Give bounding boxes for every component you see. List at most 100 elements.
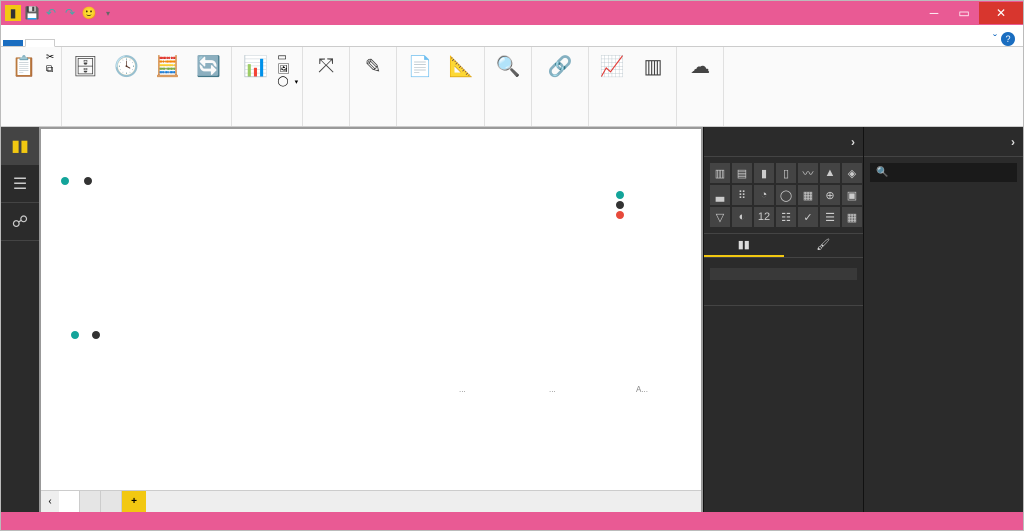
chevron-down-icon: ▾ bbox=[295, 78, 299, 86]
copy-icon: ⧉ bbox=[46, 64, 53, 75]
viz-multi-card[interactable]: ☷ bbox=[776, 207, 796, 227]
new-visual-button[interactable]: 📊 bbox=[236, 49, 274, 81]
new-column-button[interactable]: ▥ bbox=[634, 49, 672, 81]
get-data-button[interactable]: 🗄 bbox=[66, 49, 104, 81]
stacked-bar-chart[interactable] bbox=[386, 191, 606, 281]
textbox-icon: ▭ bbox=[277, 52, 286, 63]
viz-slicer[interactable]: ☰ bbox=[820, 207, 840, 227]
main-legend bbox=[61, 175, 95, 185]
viz-kpi[interactable]: ✓ bbox=[798, 207, 818, 227]
ribbon-group-report bbox=[401, 122, 480, 126]
page-prev-icon[interactable]: ‹ bbox=[41, 491, 59, 512]
viz-map[interactable]: ⊕ bbox=[820, 185, 840, 205]
textbox-button[interactable]: ▭ bbox=[277, 52, 298, 63]
new-page-tab-button[interactable]: + bbox=[122, 491, 146, 512]
viz-funnel[interactable]: ▽ bbox=[710, 207, 730, 227]
pie-chart-3[interactable] bbox=[621, 329, 671, 379]
data-view-icon[interactable]: ☰ bbox=[1, 165, 39, 203]
edit-interactions-button[interactable]: ✎ bbox=[354, 49, 392, 81]
viz-donut[interactable]: ◯ bbox=[776, 185, 796, 205]
viz-card[interactable]: 12 bbox=[754, 207, 774, 227]
search-icon: 🔍 bbox=[876, 167, 888, 178]
arrange-button[interactable]: ⤧ bbox=[307, 49, 345, 81]
page-view-button[interactable]: 🔍 bbox=[489, 49, 527, 81]
copy-button[interactable]: ⧉ bbox=[46, 64, 57, 75]
ribbon-group-rel bbox=[536, 122, 584, 126]
collapse-viz-icon[interactable]: › bbox=[851, 135, 855, 149]
viz-stacked-bar[interactable]: ▥ bbox=[710, 163, 730, 183]
redo-icon[interactable]: ↷ bbox=[62, 5, 78, 21]
ribbon-group-clipboard bbox=[5, 122, 57, 126]
viz-tree[interactable]: ▦ bbox=[798, 185, 818, 205]
recent-sources-button[interactable]: 🕓 bbox=[107, 49, 145, 81]
new-page-button[interactable]: 📄 bbox=[401, 49, 439, 81]
title-bar: ▮ 💾 ↶ ↷ 🙂 ▾ ─ ▭ ✕ bbox=[1, 1, 1023, 25]
view-rail: ▮▮ ☰ ☍ bbox=[1, 127, 39, 512]
minimize-button[interactable]: ─ bbox=[919, 2, 949, 24]
viz-filled-map[interactable]: ▣ bbox=[842, 185, 862, 205]
manage-relationships-button[interactable]: 🔗 bbox=[536, 49, 584, 81]
home-tab[interactable] bbox=[25, 39, 55, 47]
ribbon-group-visualint bbox=[354, 122, 392, 126]
edit-queries-button[interactable]: 🧮 bbox=[148, 49, 186, 81]
values-dropzone[interactable] bbox=[710, 268, 857, 280]
ribbon-group-arrange bbox=[307, 122, 345, 126]
shapes-button[interactable]: ◯▾ bbox=[277, 76, 298, 87]
ribbon-tab-strip: ˇ ? bbox=[1, 25, 1023, 47]
fields-panel: › 🔍 bbox=[863, 127, 1023, 512]
paste-button[interactable]: 📋 bbox=[5, 49, 43, 81]
viz-waterfall[interactable]: ▃ bbox=[710, 185, 730, 205]
fields-search-input[interactable]: 🔍 bbox=[870, 163, 1017, 182]
viz-scatter[interactable]: ⠿ bbox=[732, 185, 752, 205]
line-chart[interactable] bbox=[61, 191, 361, 291]
model-view-icon[interactable]: ☍ bbox=[1, 203, 39, 241]
undo-icon[interactable]: ↶ bbox=[43, 5, 59, 21]
viz-gauge[interactable]: ◐ bbox=[732, 207, 752, 227]
viz-table[interactable]: ▦ bbox=[842, 207, 862, 227]
report-view-icon[interactable]: ▮▮ bbox=[1, 127, 39, 165]
app-logo-icon: ▮ bbox=[5, 5, 21, 21]
help-icon[interactable]: ? bbox=[1001, 32, 1015, 46]
pie-chart-1[interactable] bbox=[441, 329, 491, 379]
image-icon: 🖼 bbox=[277, 64, 290, 75]
file-tab[interactable] bbox=[3, 40, 23, 46]
status-bar bbox=[1, 512, 1023, 530]
viz-clustered-bar[interactable]: ▤ bbox=[732, 163, 752, 183]
ribbon-group-calc bbox=[593, 122, 672, 126]
refresh-button[interactable]: 🔄 bbox=[189, 49, 227, 81]
viz-picker: ▥▤▮▯〰▲◈ ▃⠿◔◯▦⊕▣ ▽◐12☷✓☰▦ bbox=[704, 157, 863, 233]
fields-pane-tab[interactable]: ▮▮ bbox=[704, 234, 784, 257]
page-size-button[interactable]: 📐 bbox=[442, 49, 480, 81]
save-icon[interactable]: 💾 bbox=[24, 5, 40, 21]
ethnicity-legend bbox=[616, 189, 627, 219]
viz-area[interactable]: ▲ bbox=[820, 163, 840, 183]
format-pane-tab[interactable]: 🖌 bbox=[784, 234, 864, 257]
visualizations-panel: › ▥▤▮▯〰▲◈ ▃⠿◔◯▦⊕▣ ▽◐12☷✓☰▦ ▮▮ 🖌 bbox=[703, 127, 863, 512]
close-button[interactable]: ✕ bbox=[979, 2, 1023, 24]
report-canvas[interactable]: ... ... A... bbox=[41, 129, 701, 490]
qat-dropdown-icon[interactable]: ▾ bbox=[100, 5, 116, 21]
collapse-ribbon-icon[interactable]: ˇ bbox=[993, 32, 997, 46]
new-measure-button[interactable]: 📈 bbox=[593, 49, 631, 81]
maximize-button[interactable]: ▭ bbox=[949, 2, 979, 24]
fp-legend bbox=[61, 329, 103, 339]
viz-combo[interactable]: ◈ bbox=[842, 163, 862, 183]
ribbon: 📋 ✂ ⧉ 🗄 🕓 🧮 🔄 📊 ▭ 🖼 bbox=[1, 47, 1023, 127]
fp-bar-chart[interactable] bbox=[61, 345, 371, 450]
image-button[interactable]: 🖼 bbox=[277, 64, 298, 75]
page-tab[interactable] bbox=[59, 491, 80, 512]
collapse-fields-icon[interactable]: › bbox=[1011, 135, 1015, 149]
page-tab[interactable] bbox=[101, 491, 122, 512]
scissors-icon: ✂ bbox=[46, 52, 54, 63]
viz-line[interactable]: 〰 bbox=[798, 163, 818, 183]
values-label bbox=[704, 258, 863, 266]
viz-pie[interactable]: ◔ bbox=[754, 185, 774, 205]
publish-button[interactable]: ☁ bbox=[681, 49, 719, 81]
viz-clustered-col[interactable]: ▯ bbox=[776, 163, 796, 183]
viz-stacked-col[interactable]: ▮ bbox=[754, 163, 774, 183]
feedback-smile-icon[interactable]: 🙂 bbox=[81, 5, 97, 21]
page-tab[interactable] bbox=[80, 491, 101, 512]
cut-button[interactable]: ✂ bbox=[46, 52, 57, 63]
pie-chart-2[interactable] bbox=[531, 329, 581, 379]
shapes-icon: ◯ bbox=[277, 76, 288, 87]
